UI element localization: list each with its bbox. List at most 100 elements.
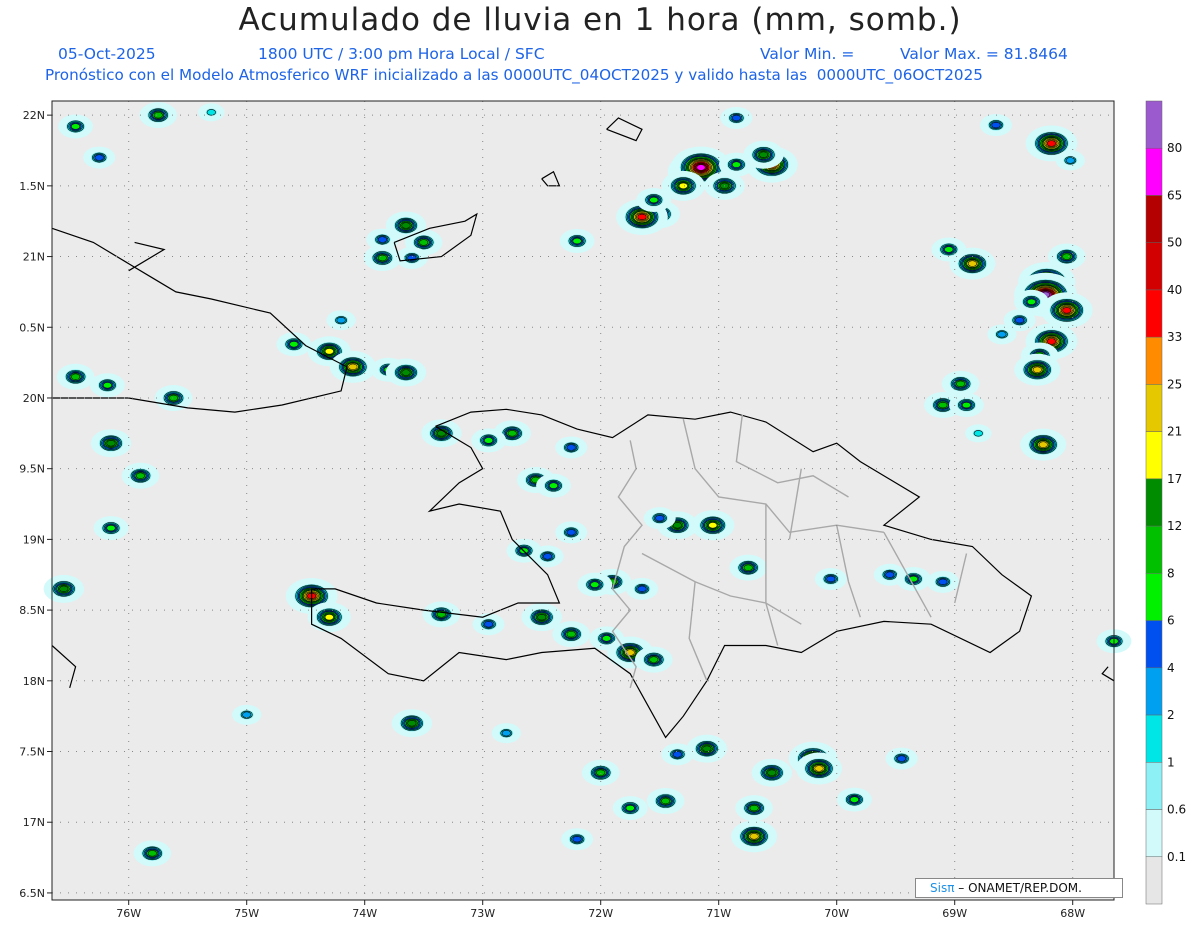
colorbar-label: 80 — [1167, 141, 1182, 155]
rain-cell-level — [501, 729, 511, 737]
rain-cell-level — [991, 121, 1001, 129]
rain-cell-level — [147, 850, 157, 857]
rain-cell-level — [938, 401, 948, 409]
rain-cell-level — [401, 369, 411, 376]
rain-cell-level — [401, 222, 411, 229]
rain-cell-level — [566, 529, 576, 536]
colorbar-swatch — [1145, 620, 1163, 669]
rain-cell-level — [153, 111, 163, 119]
x-tick-label: 73W — [470, 907, 495, 920]
rain-cell — [329, 350, 376, 383]
rain-cell-level — [572, 835, 582, 843]
colorbar-swatch — [1145, 856, 1163, 905]
rain-cell-level — [106, 524, 116, 532]
rain-cell-level — [377, 236, 388, 243]
colorbar-label: 25 — [1167, 377, 1182, 391]
colorbar-label: 33 — [1167, 330, 1182, 344]
rain-cell-level — [1026, 298, 1036, 306]
rain-cell-level — [961, 401, 972, 409]
y-tick-label: 8.5N — [19, 604, 45, 617]
rain-cell — [691, 510, 735, 541]
rain-cell-level — [102, 382, 113, 389]
colorbar-label: 6 — [1167, 614, 1175, 628]
y-tick-label: 22N — [23, 109, 45, 122]
rain-cell — [471, 428, 506, 453]
rain-cell-level — [94, 154, 104, 161]
colorbar-label: 50 — [1167, 236, 1182, 250]
rain-cell — [385, 358, 427, 387]
rain-cell-level — [749, 833, 759, 840]
rain-cell-level — [944, 246, 954, 253]
y-tick-label: 17N — [23, 816, 45, 829]
colorbar-swatch — [1145, 195, 1163, 243]
colorbar: 0.10.612468121721253340506580 — [1145, 100, 1186, 905]
colorbar-label: 40 — [1167, 283, 1182, 297]
rain-cell — [133, 840, 172, 867]
rain-cell — [154, 384, 193, 411]
colorbar-swatch — [1145, 478, 1163, 527]
y-tick-label: 18N — [23, 675, 45, 688]
colorbar-swatch — [1145, 525, 1163, 574]
colorbar-swatch — [1145, 100, 1163, 149]
rain-cell-level — [596, 769, 606, 776]
colorbar-label: 17 — [1167, 472, 1182, 486]
rain-cell-level — [1032, 366, 1042, 373]
rain-cell — [643, 507, 676, 530]
rain-cell-level — [672, 751, 683, 758]
rain-cell-level — [168, 394, 179, 402]
rain-cell-level — [590, 581, 600, 588]
rain-cell-level — [70, 373, 81, 380]
rain-cell-level — [649, 656, 659, 663]
rain-cell — [926, 570, 959, 593]
rain-cell-level — [537, 613, 547, 621]
rain-cell-level — [206, 109, 216, 116]
rain-cell-level — [731, 161, 742, 168]
rain-cell — [536, 473, 571, 498]
colorbar-swatch — [1145, 336, 1163, 385]
rain-cell — [198, 103, 225, 122]
rain-cell-level — [749, 804, 759, 812]
rain-cell — [559, 229, 595, 254]
rain-cell-level — [377, 254, 388, 262]
colorbar-label: 8 — [1167, 566, 1175, 580]
rain-cell — [626, 577, 658, 600]
rain-cell-level — [649, 196, 659, 204]
rain-cell — [307, 602, 351, 633]
rain-cell — [552, 621, 590, 648]
rain-cell — [577, 572, 613, 597]
colorbar-swatch — [1145, 431, 1163, 480]
rain-cell-level — [1038, 441, 1048, 448]
rain-cell — [1048, 243, 1086, 270]
rain-cell — [1014, 353, 1061, 386]
y-tick-label: 9.5N — [19, 463, 45, 476]
rain-cell-level — [938, 578, 948, 586]
rain-cell — [635, 646, 673, 673]
rain-cell-level — [419, 239, 429, 246]
colorbar-swatch — [1145, 573, 1163, 621]
rain-cell — [43, 574, 84, 603]
colorbar-swatch — [1145, 714, 1163, 763]
rain-cell-level — [625, 804, 635, 812]
rain-cell-level — [507, 430, 517, 437]
rain-cell-level — [572, 237, 582, 245]
rain-cell — [896, 566, 931, 591]
colorbar-label: 2 — [1167, 708, 1175, 722]
rain-cell — [751, 758, 792, 787]
rain-cell — [837, 787, 872, 812]
colorbar-label: 12 — [1167, 519, 1182, 533]
rain-cell — [232, 704, 262, 725]
rain-cell-level — [814, 765, 824, 772]
rain-cell-level — [849, 796, 860, 803]
rain-cell-level — [967, 260, 978, 267]
colorbar-swatch — [1145, 384, 1163, 432]
rain-cell-level — [324, 348, 334, 355]
rain-cell — [1055, 150, 1085, 171]
rain-cell-level — [731, 114, 742, 122]
rain-cell — [720, 106, 753, 129]
rain-cell-level — [135, 472, 146, 479]
rain-cell — [612, 796, 648, 821]
rain-cell-level — [1046, 140, 1057, 147]
x-tick-label: 72W — [588, 907, 613, 920]
credit-logo: Sisπ — [930, 881, 955, 895]
rain-cell-level — [566, 630, 576, 638]
